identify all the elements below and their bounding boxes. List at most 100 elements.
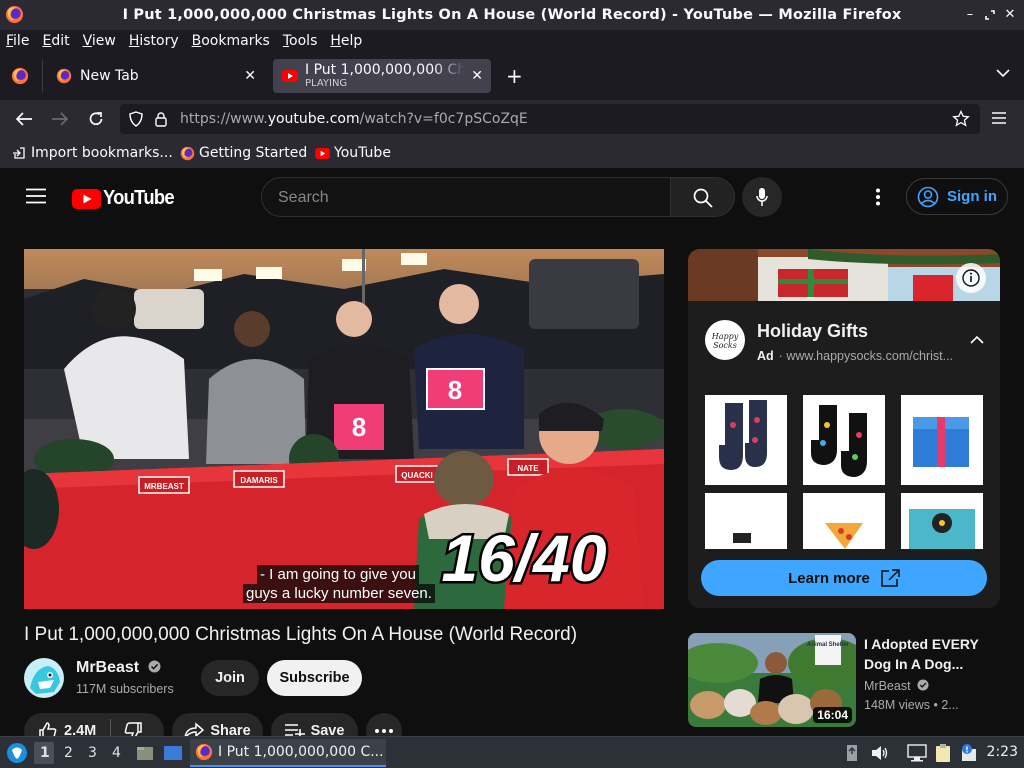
back-icon[interactable]	[15, 111, 33, 127]
video-player[interactable]: 8 8 MRBEAST DAMARIS QUACKI NATE 16/40 - …	[24, 249, 664, 609]
sign-in-button[interactable]: Sign in	[906, 178, 1008, 215]
product-record-box[interactable]	[901, 493, 983, 549]
workspace-1[interactable]: 1	[40, 745, 50, 761]
tracking-shield-icon[interactable]	[128, 111, 144, 127]
tab-label: I Put 1,000,000,000 Chris	[305, 62, 465, 78]
youtube-logo[interactable]: YouTube	[72, 187, 180, 210]
svg-text:Happy: Happy	[711, 332, 739, 341]
search-icon	[693, 188, 713, 208]
window-titlebar: I Put 1,000,000,000 Christmas Lights On …	[0, 0, 1024, 30]
maximize-button[interactable]	[982, 7, 998, 23]
firefox-view-icon[interactable]	[11, 67, 29, 85]
firefox-bookmark-icon	[180, 146, 195, 161]
product-gift-box[interactable]	[901, 395, 983, 485]
bookmark-youtube[interactable]: YouTube	[315, 145, 391, 161]
ad-title[interactable]: Holiday Gifts	[757, 321, 868, 342]
notification-icon[interactable]: !	[959, 743, 979, 763]
product-pizza-sock[interactable]	[803, 493, 885, 549]
subscribe-button[interactable]: Subscribe	[267, 660, 362, 696]
new-tab-button[interactable]: +	[506, 64, 523, 88]
product-sock-2[interactable]	[803, 395, 885, 485]
svg-text:16/40: 16/40	[441, 521, 606, 595]
channel-name[interactable]: MrBeast	[76, 659, 161, 677]
close-tab-icon[interactable]: ✕	[471, 68, 483, 84]
network-icon[interactable]	[907, 744, 927, 762]
search-button[interactable]	[671, 177, 735, 217]
window-title: I Put 1,000,000,000 Christmas Lights On …	[122, 7, 902, 23]
channel-avatar[interactable]	[24, 658, 64, 698]
url-text[interactable]: https://www.youtube.com/watch?v=f0c7pSCo…	[180, 111, 528, 127]
related-video-thumbnail[interactable]: Animal Shelter 16:04	[688, 633, 856, 727]
ad-info-button[interactable]	[956, 263, 986, 293]
menu-edit[interactable]: Edit	[42, 33, 69, 49]
tab-youtube[interactable]: I Put 1,000,000,000 Chris PLAYING ✕	[273, 59, 491, 93]
caption-line-2: guys a lucky number seven.	[243, 584, 435, 603]
learn-more-button[interactable]: Learn more	[701, 560, 987, 596]
ad-url-line: Ad · www.happysocks.com/christ...	[757, 349, 954, 363]
workspace-4[interactable]: 4	[112, 745, 121, 761]
tab-playing-status: PLAYING	[305, 77, 348, 89]
save-playlist-icon	[284, 723, 305, 736]
brand-logo-icon: HappySocks	[711, 332, 739, 350]
forward-icon[interactable]	[51, 111, 69, 127]
like-icon[interactable]	[38, 721, 58, 736]
bookmark-getting-started[interactable]: Getting Started	[180, 145, 307, 161]
more-settings-icon[interactable]	[875, 188, 881, 206]
product-sock-1[interactable]	[705, 395, 787, 485]
app-menu-icon[interactable]	[992, 112, 1006, 124]
menu-help[interactable]: Help	[330, 33, 362, 49]
product-4[interactable]	[705, 493, 787, 549]
tab-divider	[42, 60, 43, 92]
like-divider	[110, 719, 112, 736]
tab-new-tab[interactable]: New Tab ✕	[48, 59, 268, 93]
share-icon	[184, 722, 205, 736]
clock[interactable]: 2:23	[987, 744, 1018, 760]
happy-socks-logo[interactable]: Happy Socks	[705, 320, 745, 360]
guide-menu-icon[interactable]	[26, 188, 46, 204]
collapse-chevron-icon[interactable]	[970, 335, 984, 344]
workspace-3[interactable]: 3	[88, 745, 97, 761]
menu-bookmarks[interactable]: Bookmarks	[192, 33, 270, 49]
close-window-button[interactable]: ✕	[1002, 7, 1018, 23]
minimize-button[interactable]: –	[962, 7, 978, 23]
list-all-tabs-icon[interactable]	[996, 68, 1010, 78]
close-tab-icon[interactable]: ✕	[244, 68, 256, 84]
more-actions-button[interactable]	[366, 713, 402, 736]
clipboard-icon[interactable]	[935, 743, 951, 763]
related-video-channel[interactable]: MrBeast	[864, 679, 929, 693]
svg-text:NATE: NATE	[517, 464, 539, 473]
youtube-masthead: YouTube Sign in	[0, 168, 1024, 226]
share-button[interactable]: Share	[172, 713, 263, 736]
menu-file[interactable]: File	[6, 33, 29, 49]
tray-drive-icon[interactable]	[846, 744, 858, 762]
save-button[interactable]: Save	[271, 713, 358, 736]
volume-icon[interactable]	[871, 745, 889, 761]
related-video-title[interactable]: I Adopted EVERY Dog In A Dog...	[864, 634, 1004, 674]
bookmark-star-icon[interactable]	[952, 110, 970, 128]
ad-card[interactable]: Happy Socks Holiday Gifts Ad · www.happyso…	[688, 249, 1000, 608]
menu-tools[interactable]: Tools	[283, 33, 318, 49]
url-bar[interactable]: https://www.youtube.com/watch?v=f0c7pSCo…	[120, 104, 980, 134]
more-horizontal-icon	[375, 729, 393, 733]
menu-view[interactable]: View	[83, 33, 116, 49]
menu-history[interactable]: History	[129, 33, 179, 49]
show-desktop-icon[interactable]	[163, 745, 183, 761]
file-manager-icon[interactable]	[136, 744, 154, 762]
desktop-taskbar: 1 2 3 4 I Put 1,000,000,000 C... ! 2:23	[0, 736, 1024, 768]
workspace-2[interactable]: 2	[64, 745, 73, 761]
verified-badge-icon	[148, 660, 161, 673]
search-box[interactable]	[261, 177, 671, 217]
microphone-icon	[756, 187, 768, 207]
voice-search-button[interactable]	[742, 177, 782, 217]
like-count[interactable]: 2.4M	[64, 723, 96, 736]
start-menu-icon[interactable]	[6, 742, 28, 764]
svg-text:MRBEAST: MRBEAST	[144, 482, 184, 491]
bookmark-import[interactable]: Import bookmarks...	[12, 145, 173, 161]
dislike-icon[interactable]	[123, 721, 143, 736]
search-input[interactable]	[278, 187, 648, 209]
reload-icon[interactable]	[87, 110, 105, 128]
join-button[interactable]: Join	[201, 660, 259, 696]
taskbar-window-firefox[interactable]: I Put 1,000,000,000 C...	[190, 739, 386, 767]
lock-icon[interactable]	[154, 111, 168, 127]
svg-text:8: 8	[352, 412, 366, 442]
